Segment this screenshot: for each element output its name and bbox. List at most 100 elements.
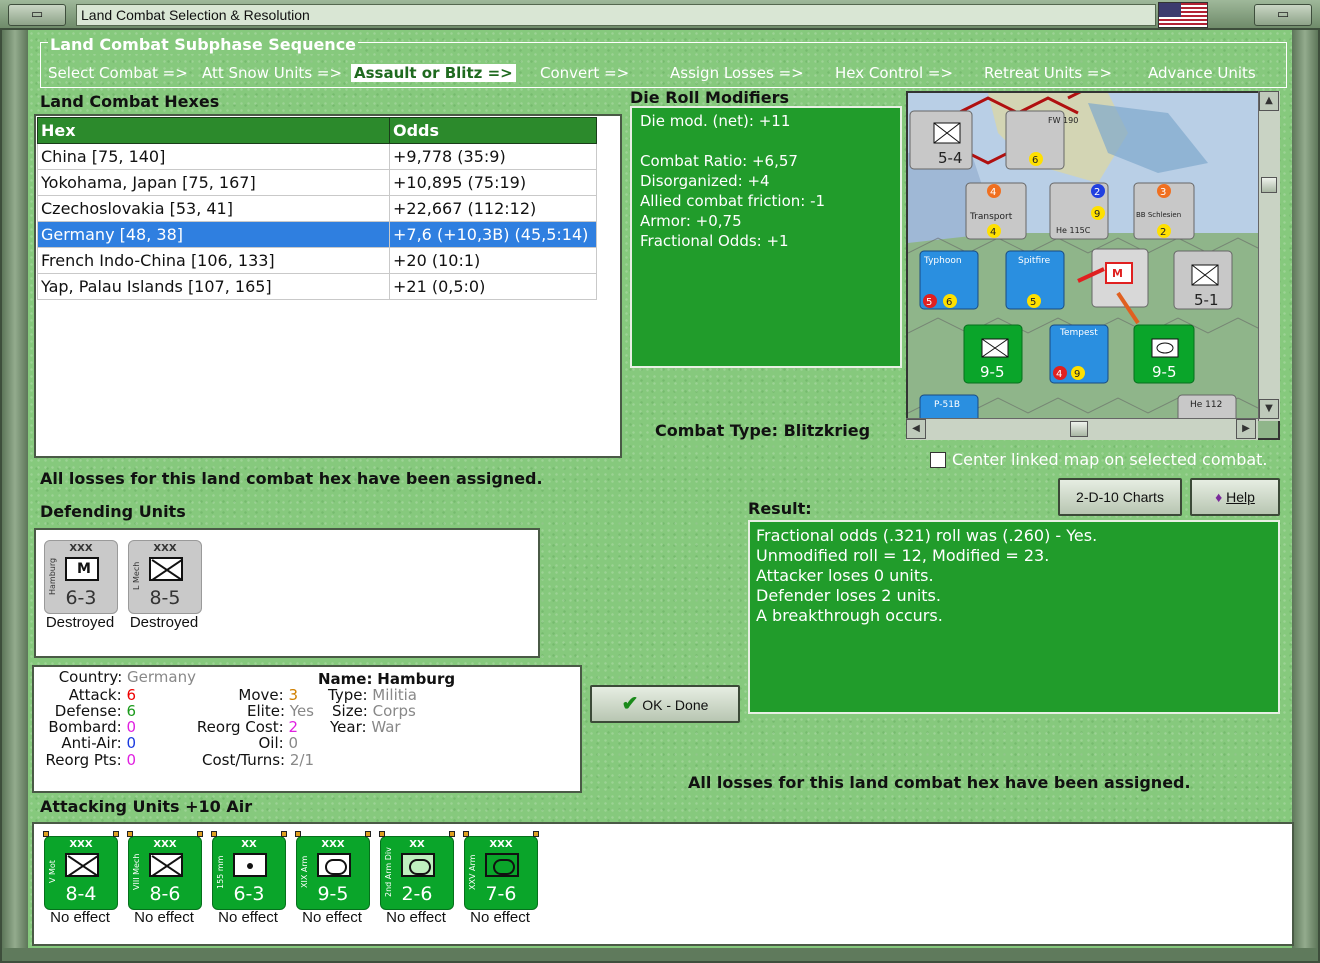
unit-values: 8-4 bbox=[65, 883, 97, 905]
map-vertical-scroll-thumb[interactable] bbox=[1261, 177, 1277, 193]
step-advance-units: Advance Units bbox=[1148, 64, 1256, 82]
map-counter[interactable]: Tempest 4 9 bbox=[1049, 324, 1109, 384]
map-counter[interactable]: 5-4 bbox=[909, 110, 973, 170]
window-title: Land Combat Selection & Resolution bbox=[76, 4, 1156, 26]
unit-status: No effect bbox=[470, 909, 530, 926]
die-roll-modifiers-panel: Die mod. (net): +11 Combat Ratio: +6,57 … bbox=[630, 106, 902, 368]
step-assault-or-blitz: Assault or Blitz => bbox=[351, 64, 516, 82]
system-menu-button[interactable]: ▭ bbox=[8, 4, 66, 26]
detail-reorg-pts: Reorg Pts: 0 bbox=[45, 751, 136, 769]
odds-cell: +10,895 (75:19) bbox=[389, 169, 597, 196]
attacking-unit-counter[interactable]: XXX V Mot 8-4 bbox=[43, 831, 119, 910]
column-header-hex[interactable]: Hex bbox=[37, 117, 390, 144]
svg-text:5-1: 5-1 bbox=[1194, 291, 1219, 309]
svg-text:4: 4 bbox=[1056, 369, 1062, 380]
scroll-right-arrow-icon[interactable]: ▶ bbox=[1236, 419, 1256, 439]
die-roll-modifiers-title: Die Roll Modifiers bbox=[630, 88, 790, 107]
step-hex-control: Hex Control => bbox=[835, 64, 954, 82]
table-row[interactable]: French Indo-China [106, 133] +20 (10:1) bbox=[37, 247, 597, 274]
unit-values: 8-5 bbox=[149, 587, 181, 609]
modifier-line: Armor: +0,75 bbox=[640, 212, 742, 230]
svg-text:4: 4 bbox=[990, 187, 996, 198]
svg-text:4: 4 bbox=[990, 227, 996, 238]
hex-cell: French Indo-China [106, 133] bbox=[37, 247, 390, 274]
losses-assigned-message-bottom: All losses for this land combat hex have… bbox=[688, 773, 1191, 792]
hex-cell: Yap, Palau Islands [107, 165] bbox=[37, 273, 390, 300]
attacking-unit-counter[interactable]: XXX XXV Arm 7-6 bbox=[463, 831, 539, 910]
hex-cell: China [75, 140] bbox=[37, 143, 390, 170]
odds-cell: +21 (0,5:0) bbox=[389, 273, 597, 300]
table-row[interactable]: China [75, 140] +9,778 (35:9) bbox=[37, 143, 597, 170]
map-counter[interactable]: 5-1 bbox=[1173, 250, 1233, 310]
svg-text:FW 190: FW 190 bbox=[1048, 116, 1078, 125]
usa-flag-icon bbox=[1158, 2, 1208, 28]
modifier-line: Die mod. (net): +11 bbox=[640, 112, 791, 130]
charts-button[interactable]: 2-D-10 Charts bbox=[1058, 478, 1182, 516]
attacking-units-title: Attacking Units +10 Air bbox=[40, 797, 253, 816]
losses-assigned-message-top: All losses for this land combat hex have… bbox=[40, 469, 543, 488]
map-view[interactable]: 5-4 FW 190 6 4 Transport 4 2 9 He 115C 3… bbox=[906, 91, 1280, 440]
detail-year: Year: War bbox=[330, 718, 401, 736]
svg-text:Typhoon: Typhoon bbox=[923, 256, 962, 266]
table-row-selected[interactable]: Germany [48, 38] +7,6 (+10,3B) (45,5:14) bbox=[37, 221, 597, 248]
attacking-unit-counter[interactable]: XXX XIX Arm 9-5 bbox=[295, 831, 371, 910]
militia-symbol-icon bbox=[65, 557, 99, 581]
result-panel: Fractional odds (.321) roll was (.260) -… bbox=[748, 520, 1280, 714]
checkmark-icon: ✔ bbox=[621, 693, 639, 715]
armor-symbol-icon bbox=[401, 853, 435, 877]
defending-unit-counter[interactable]: XXX L Mech 8-5 bbox=[128, 540, 202, 614]
map-horizontal-scroll-thumb[interactable] bbox=[1070, 421, 1088, 437]
svg-text:Tempest: Tempest bbox=[1059, 328, 1098, 338]
attacking-unit-counter[interactable]: XXX VIII Mech 8-6 bbox=[127, 831, 203, 910]
map-counter[interactable]: 3 BB Schlesien 2 bbox=[1133, 182, 1195, 240]
scroll-up-arrow-icon[interactable]: ▲ bbox=[1259, 91, 1279, 111]
help-label: Help bbox=[1226, 489, 1255, 505]
unit-values: 6-3 bbox=[233, 883, 265, 905]
result-line: Attacker loses 0 units. bbox=[756, 566, 934, 585]
unit-status: No effect bbox=[134, 909, 194, 926]
ok-done-button[interactable]: ✔ OK - Done bbox=[590, 685, 740, 723]
ok-done-label: OK - Done bbox=[642, 697, 709, 713]
map-vertical-scrollbar[interactable]: ▲ ▼ bbox=[1258, 91, 1280, 421]
unit-status: Destroyed bbox=[129, 614, 199, 631]
map-counter[interactable]: 9-5 bbox=[1133, 324, 1195, 384]
unit-values: 6-3 bbox=[65, 587, 97, 609]
column-header-odds[interactable]: Odds bbox=[389, 117, 597, 144]
table-row[interactable]: Yokohama, Japan [75, 167] +10,895 (75:19… bbox=[37, 169, 597, 196]
map-horizontal-scrollbar[interactable]: ◀ ▶ bbox=[906, 418, 1258, 440]
scroll-down-arrow-icon[interactable]: ▼ bbox=[1259, 399, 1279, 419]
unit-values: 7-6 bbox=[485, 883, 517, 905]
svg-text:5: 5 bbox=[1030, 297, 1036, 308]
step-select-combat: Select Combat => bbox=[48, 64, 188, 82]
map-counter[interactable]: 9-5 bbox=[963, 324, 1023, 384]
unit-status: No effect bbox=[50, 909, 110, 926]
modifier-line bbox=[640, 132, 892, 152]
attacking-unit-counter[interactable]: XX 2nd Arm Div 2-6 bbox=[379, 831, 455, 910]
map-svg: 5-4 FW 190 6 4 Transport 4 2 9 He 115C 3… bbox=[908, 93, 1278, 438]
subphase-sequence-title: Land Combat Subphase Sequence bbox=[48, 35, 359, 54]
armor-symbol-icon bbox=[485, 853, 519, 877]
table-row[interactable]: Yap, Palau Islands [107, 165] +21 (0,5:0… bbox=[37, 273, 597, 300]
result-line: Fractional odds (.321) roll was (.260) -… bbox=[756, 526, 1098, 545]
scroll-left-arrow-icon[interactable]: ◀ bbox=[906, 419, 926, 439]
land-combat-hexes-title: Land Combat Hexes bbox=[40, 92, 220, 111]
map-counter[interactable]: 4 Transport 4 bbox=[965, 182, 1027, 240]
map-counter[interactable]: 2 9 He 115C bbox=[1049, 182, 1109, 240]
window-control-button[interactable]: ▭ bbox=[1254, 4, 1312, 26]
motorized-symbol-icon bbox=[65, 853, 99, 877]
unit-status: No effect bbox=[302, 909, 362, 926]
mech-infantry-symbol-icon bbox=[149, 853, 183, 877]
result-line: A breakthrough occurs. bbox=[756, 606, 943, 625]
help-button[interactable]: ♦ Help bbox=[1190, 478, 1280, 516]
attacking-unit-counter[interactable]: XX 155 mm 6-3 bbox=[211, 831, 287, 910]
map-counter[interactable]: Spitfire 5 bbox=[1005, 250, 1065, 310]
defending-unit-counter[interactable]: XXX Hamburg 6-3 bbox=[44, 540, 118, 614]
detail-cost-turns: Cost/Turns: 2/1 bbox=[202, 751, 314, 769]
center-map-checkbox[interactable] bbox=[930, 452, 946, 468]
combat-hex-table: Hex Odds China [75, 140] +9,778 (35:9) Y… bbox=[34, 114, 622, 458]
unit-values: 9-5 bbox=[317, 883, 349, 905]
svg-text:P-51B: P-51B bbox=[934, 400, 960, 410]
map-counter[interactable]: Typhoon 5 6 bbox=[919, 250, 979, 310]
table-row[interactable]: Czechoslovakia [53, 41] +22,667 (112:12) bbox=[37, 195, 597, 222]
svg-text:BB Schlesien: BB Schlesien bbox=[1136, 211, 1181, 219]
